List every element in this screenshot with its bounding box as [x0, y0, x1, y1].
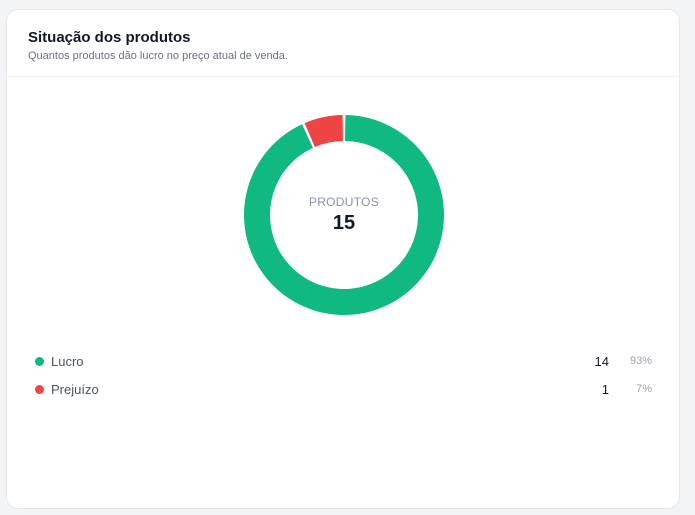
card-subtitle: Quantos produtos dão lucro no preço atua…: [28, 50, 288, 62]
chart-legend: Lucro 14 93% Prejuízo 1 7%: [7, 347, 679, 403]
donut-slice-prejuizo: [304, 115, 343, 147]
legend-count: 14: [594, 353, 609, 369]
donut-chart: [244, 115, 444, 315]
donut-chart-area: PRODUTOS 15: [7, 77, 679, 347]
legend-item-prejuizo: Prejuízo 1 7%: [7, 375, 679, 403]
card-title: Situação dos produtos: [28, 29, 191, 46]
legend-percent: 93%: [629, 355, 652, 367]
legend-percent: 7%: [636, 383, 652, 395]
legend-dot-prejuizo-icon: [35, 384, 44, 394]
legend-dot-lucro-icon: [35, 356, 44, 366]
donut-slice-lucro: [244, 115, 444, 315]
legend-count: 1: [601, 381, 609, 397]
card-header: Situação dos produtos Quantos produtos d…: [7, 10, 679, 77]
legend-label: Lucro: [51, 353, 84, 369]
legend-item-lucro: Lucro 14 93%: [7, 347, 679, 375]
legend-label: Prejuízo: [51, 381, 99, 397]
product-status-card: Situação dos produtos Quantos produtos d…: [6, 9, 680, 509]
